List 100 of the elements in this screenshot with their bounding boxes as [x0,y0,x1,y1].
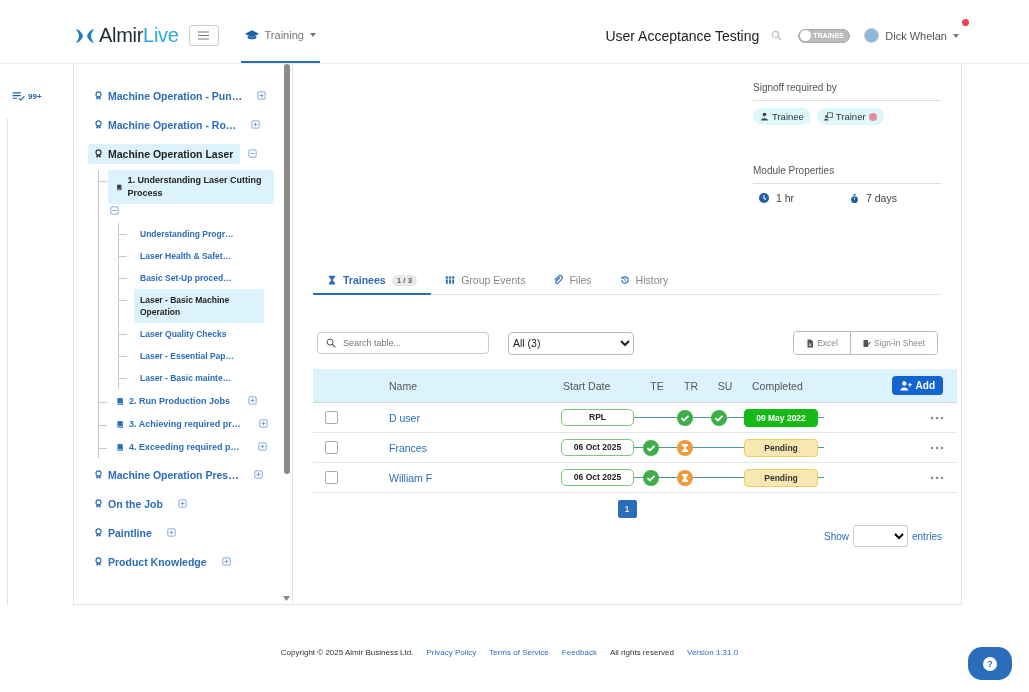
add-person-icon [899,380,913,391]
module-item[interactable]: Machine Operation Laser [88,143,241,164]
trainee-name-link[interactable]: Frances [389,441,427,454]
hourglass-icon [327,275,337,285]
organization-name: User Acceptance Testing [605,27,760,44]
search-icon[interactable] [771,30,783,41]
count-badge: 1 / 3 [391,274,418,286]
page-size-dropdown[interactable] [853,525,908,547]
period-text: 7 days [866,192,897,204]
collapse-icon[interactable] [110,206,119,215]
paperclip-icon [553,275,564,285]
lesson-item[interactable]: Understanding Progr… [134,223,264,245]
unit-item[interactable]: 1. Understanding Laser Cutting Process [108,170,274,204]
menu-button[interactable] [188,25,219,46]
lesson-item[interactable]: Laser - Essential Pap… [134,345,264,367]
column-header: TR [683,379,699,392]
unit-item[interactable]: 4. Exceeding required p… [108,437,248,458]
completion-badge: 09 May 2022 [744,408,818,427]
book-icon [116,420,124,429]
expand-icon[interactable] [251,120,261,129]
clock-icon [759,193,769,203]
expand-icon[interactable] [258,419,268,428]
section-title: Module Properties [753,165,941,184]
signature-icon [862,338,871,348]
unit-item[interactable]: 2. Run Production Jobs [108,391,238,412]
module-item[interactable]: Machine Operation Pres… [88,464,246,485]
expand-icon[interactable] [253,470,263,479]
user-menu[interactable]: Dick Whelan [864,28,959,43]
footer-text: Copyright © 2025 Almir Business Ltd. [280,648,414,657]
trainee-name-link[interactable]: D user [389,411,420,424]
lesson-item[interactable]: Laser Health & Safet… [134,245,264,267]
lesson-item[interactable]: Basic Set-Up proced… [134,267,264,289]
help-button[interactable]: ? [968,647,1012,680]
module-item[interactable]: Machine Operation - Ro… [88,114,244,135]
footer-link[interactable]: Feedback [561,648,597,657]
tab[interactable]: Trainees 1 / 3 [313,268,432,295]
start-date-badge: 06 Oct 2025 [561,469,634,486]
expand-icon[interactable] [221,557,231,566]
caret-icon [309,32,316,37]
avatar-icon [864,28,880,43]
caret-icon [953,33,959,38]
search-field[interactable]: Search table... [317,332,489,354]
unit-item[interactable]: 3. Achieving required pr… [108,414,249,435]
column-header: TE [649,379,665,392]
task-counter[interactable]: 99+ [12,92,73,101]
row-checkbox[interactable] [325,441,338,454]
signoff-chip: Trainer [816,108,884,125]
module-item[interactable]: Paintline [88,522,159,543]
row-checkbox[interactable] [325,411,338,424]
page-button[interactable]: 1 [617,500,637,518]
lesson-item[interactable]: Laser - Basic mainte… [134,367,264,389]
lesson-item[interactable]: Laser Quality Checks [134,323,264,345]
entries-label: entries [912,530,942,542]
tab[interactable]: Group Events [431,268,540,295]
presenter-icon [823,112,833,121]
lesson-item[interactable]: Laser - Basic Machine Operation [134,289,264,323]
trainee-name-link[interactable]: William F [389,471,433,484]
row-checkbox[interactable] [325,471,338,484]
expand-icon[interactable] [166,528,176,537]
award-icon [94,498,103,509]
book-icon [116,397,124,406]
check-circle-icon [711,409,727,426]
award-icon [94,90,103,101]
book-icon [116,443,124,452]
award-icon [94,119,103,130]
add-button[interactable]: Add [891,376,943,395]
tab[interactable]: History [605,268,683,295]
scrollbar-thumb[interactable] [284,64,290,474]
expand-icon[interactable] [177,499,187,508]
search-icon [326,338,336,348]
expand-icon[interactable] [257,91,267,100]
expand-icon[interactable] [257,442,267,451]
award-icon [94,469,103,480]
nav-tab[interactable]: Training [240,8,320,63]
award-icon [94,148,103,159]
module-item[interactable]: On the Job [88,493,170,514]
footer-link[interactable]: Version 1.31.0 [687,648,739,657]
sign-in-sheet-button[interactable]: Sign-in Sheet [849,332,937,354]
filter-dropdown[interactable]: All (3) [508,331,634,355]
column-header: Completed [751,379,804,392]
collapse-icon[interactable] [248,149,258,158]
hourglass-circle-icon [677,469,693,486]
scroll-down-icon[interactable] [283,596,290,601]
hourglass-circle-icon [677,439,693,456]
footer-link[interactable]: Terms of Service [489,648,549,657]
more-options-icon[interactable] [930,415,944,420]
expand-icon[interactable] [248,396,257,405]
more-options-icon[interactable] [930,475,944,480]
module-item[interactable]: Machine Operation - Pun… [88,85,250,106]
module-item[interactable]: Product Knowledge [88,551,214,572]
logo-wordmark[interactable]: AlmirLive [99,24,179,47]
signoff-chip: Trainee [753,108,811,125]
column-header: Name [388,379,418,392]
start-date-badge: RPL [561,409,634,426]
column-header: Start Date [562,379,612,392]
more-options-icon[interactable] [930,445,944,450]
checklist-icon [12,92,25,101]
footer-link[interactable]: Privacy Policy [426,648,477,657]
graduation-cap-icon [244,29,259,40]
tab[interactable]: Files [539,268,606,295]
